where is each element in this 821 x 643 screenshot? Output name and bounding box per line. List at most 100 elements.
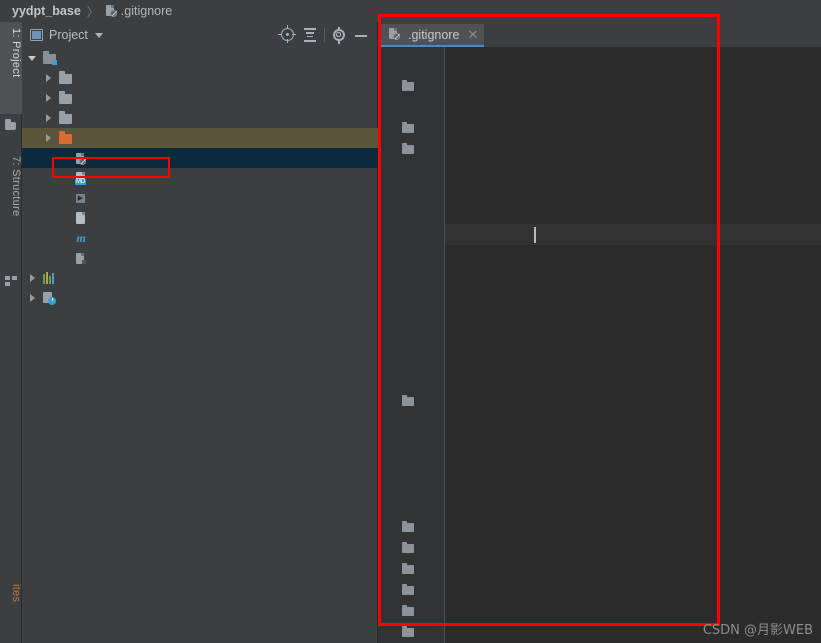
tree-node-gitignore[interactable] — [22, 148, 378, 168]
iml-module-icon — [74, 252, 88, 265]
text-cursor — [534, 227, 536, 243]
editor-tab-bar: .gitignore ✕ — [378, 22, 821, 47]
gutter-line-21[interactable] — [378, 476, 444, 497]
code-line-7[interactable] — [445, 182, 821, 203]
editor-gutter[interactable] — [378, 47, 444, 643]
gutter-line-23[interactable] — [378, 518, 444, 539]
settings-button[interactable] — [328, 24, 350, 46]
gutter-line-2[interactable] — [378, 77, 444, 98]
breadcrumb-project[interactable]: yydpt_base — [12, 4, 81, 18]
project-tree[interactable]: MD ▶ m — [22, 48, 378, 643]
code-line-11[interactable] — [445, 266, 821, 287]
code-line-19[interactable] — [445, 434, 821, 455]
code-line-18[interactable] — [445, 413, 821, 434]
sidebar-item-structure[interactable]: 7: Structure — [0, 150, 22, 262]
gutter-line-9[interactable] — [378, 224, 444, 245]
expand-arrow[interactable] — [28, 273, 38, 283]
code-line-23[interactable] — [445, 518, 821, 539]
gutter-line-13[interactable] — [378, 308, 444, 329]
gutter-line-20[interactable] — [378, 455, 444, 476]
expand-arrow[interactable] — [44, 133, 54, 143]
gutter-line-5[interactable] — [378, 140, 444, 161]
gutter-line-10[interactable] — [378, 245, 444, 266]
code-line-20[interactable] — [445, 455, 821, 476]
code-lines[interactable] — [445, 47, 821, 643]
gutter-line-7[interactable] — [378, 182, 444, 203]
code-line-10[interactable] — [445, 245, 821, 266]
folder-icon — [58, 110, 73, 125]
expand-arrow[interactable] — [44, 93, 54, 103]
breadcrumb-file[interactable]: .gitignore — [121, 4, 172, 18]
tree-node-pom-xml[interactable]: m — [22, 228, 378, 248]
code-line-4[interactable] — [445, 119, 821, 140]
code-line-12[interactable] — [445, 287, 821, 308]
code-line-13[interactable] — [445, 308, 821, 329]
tree-node-mvnw-cmd[interactable] — [22, 208, 378, 228]
close-icon[interactable]: ✕ — [467, 28, 478, 41]
gutter-line-11[interactable] — [378, 266, 444, 287]
tree-node-src[interactable] — [22, 108, 378, 128]
folder-marker-icon — [402, 562, 414, 574]
expand-arrow[interactable] — [28, 53, 38, 63]
gutter-line-27[interactable] — [378, 602, 444, 623]
hide-button[interactable] — [350, 24, 372, 46]
code-line-1[interactable] — [445, 56, 821, 77]
gutter-line-3[interactable] — [378, 98, 444, 119]
gutter-line-19[interactable] — [378, 434, 444, 455]
gutter-line-17[interactable] — [378, 392, 444, 413]
tree-node-scratches-and-consoles[interactable] — [22, 288, 378, 308]
locate-button[interactable] — [277, 24, 299, 46]
sidebar-item-project[interactable]: 1: Project — [0, 22, 22, 114]
gutter-line-24[interactable] — [378, 539, 444, 560]
gutter-line-1[interactable] — [378, 56, 444, 77]
gutter-line-6[interactable] — [378, 161, 444, 182]
code-line-14[interactable] — [445, 329, 821, 350]
gutter-line-4[interactable] — [378, 119, 444, 140]
tree-node-target[interactable] — [22, 128, 378, 148]
code-line-26[interactable] — [445, 581, 821, 602]
expand-arrow[interactable] — [44, 73, 54, 83]
expand-arrow[interactable] — [44, 113, 54, 123]
code-line-21[interactable] — [445, 476, 821, 497]
tree-node-idea[interactable] — [22, 68, 378, 88]
tree-node-help-md[interactable]: MD — [22, 168, 378, 188]
gutter-line-8[interactable] — [378, 203, 444, 224]
code-line-8[interactable] — [445, 203, 821, 224]
code-line-15[interactable] — [445, 350, 821, 371]
tree-node-yydpt-base-iml[interactable] — [22, 248, 378, 268]
code-line-24[interactable] — [445, 539, 821, 560]
gutter-line-26[interactable] — [378, 581, 444, 602]
tree-node-mvnw[interactable]: ▶ — [22, 188, 378, 208]
code-line-9[interactable] — [445, 224, 821, 245]
tree-node-external-libraries[interactable] — [22, 268, 378, 288]
code-line-17[interactable] — [445, 392, 821, 413]
code-line-6[interactable] — [445, 161, 821, 182]
tab-gitignore[interactable]: .gitignore ✕ — [381, 24, 485, 47]
code-line-16[interactable] — [445, 371, 821, 392]
gutter-line-14[interactable] — [378, 329, 444, 350]
code-line-5[interactable] — [445, 140, 821, 161]
gutter-line-18[interactable] — [378, 413, 444, 434]
code-line-25[interactable] — [445, 560, 821, 581]
toolbar-divider — [324, 28, 325, 42]
breadcrumb: yydpt_base 〉 .gitignore — [0, 0, 821, 22]
gutter-line-16[interactable] — [378, 371, 444, 392]
gutter-line-25[interactable] — [378, 560, 444, 581]
gutter-line-15[interactable] — [378, 350, 444, 371]
gutter-line-28[interactable] — [378, 623, 444, 643]
code-line-22[interactable] — [445, 497, 821, 518]
arrow-placeholder — [60, 173, 70, 183]
project-tool-window: Project MD ▶ m — [22, 22, 378, 643]
tree-node-mvn[interactable] — [22, 88, 378, 108]
code-line-3[interactable] — [445, 98, 821, 119]
expand-arrow[interactable] — [28, 293, 38, 303]
folder-icon — [58, 90, 73, 105]
collapse-all-button[interactable] — [299, 24, 321, 46]
tree-node-yydpt-base[interactable] — [22, 48, 378, 68]
gutter-line-12[interactable] — [378, 287, 444, 308]
sidebar-item-favorites[interactable]: ites — [0, 578, 22, 643]
code-editor[interactable] — [378, 47, 821, 643]
gutter-line-22[interactable] — [378, 497, 444, 518]
code-line-2[interactable] — [445, 77, 821, 98]
chevron-down-icon[interactable] — [94, 32, 103, 38]
